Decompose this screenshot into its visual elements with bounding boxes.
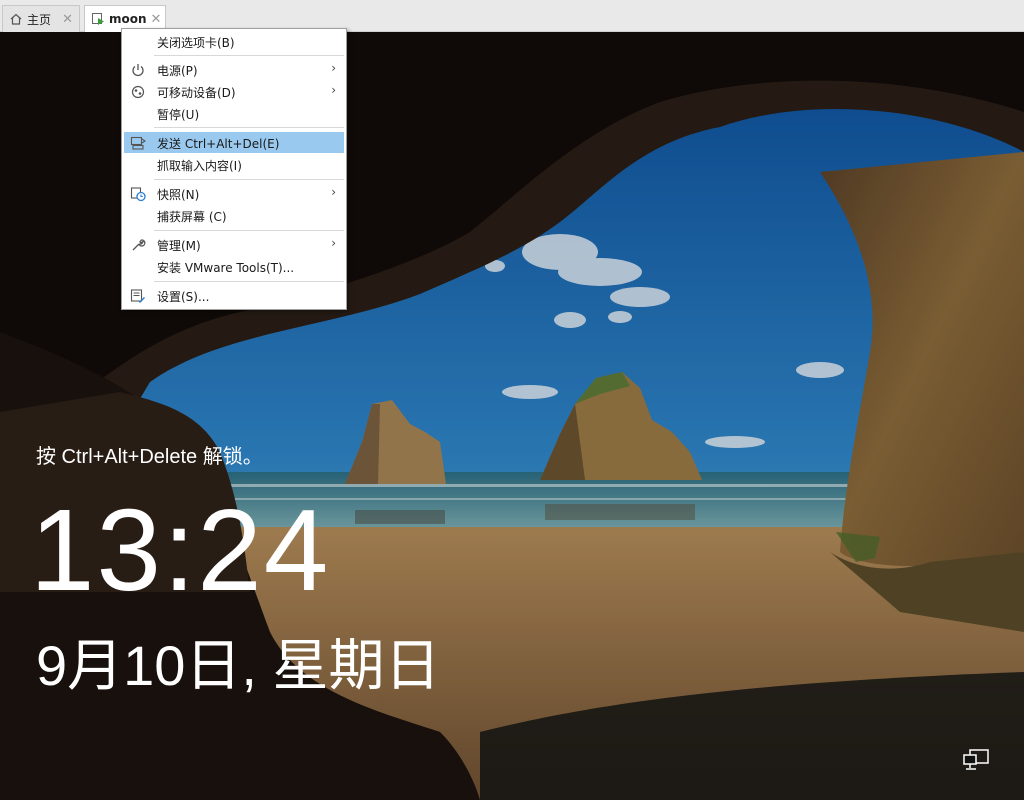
home-icon — [9, 12, 23, 26]
menu-item-label: 安装 VMware Tools(T)... — [157, 261, 295, 275]
chevron-right-icon: › — [331, 185, 336, 199]
settings-icon — [130, 288, 146, 304]
lock-date: 9月10日, 星期日 — [36, 634, 441, 697]
tab-home[interactable]: 主页 ✕ — [2, 5, 80, 32]
snapshot-icon — [130, 186, 146, 202]
menu-item-label: 发送 Ctrl+Alt+Del(E) — [157, 137, 280, 151]
menu-item-label: 抓取输入内容(I) — [157, 159, 242, 173]
lock-time: 13:24 — [30, 485, 331, 615]
menu-separator — [154, 281, 344, 282]
menu-item-close-tab[interactable]: 关闭选项卡(B) — [124, 31, 344, 52]
menu-separator — [154, 127, 344, 128]
menu-item-label: 关闭选项卡(B) — [157, 36, 235, 50]
menu-separator — [154, 230, 344, 231]
close-icon[interactable]: ✕ — [151, 12, 162, 27]
menu-item-grab-input[interactable]: 抓取输入内容(I) — [124, 154, 344, 175]
network-icon[interactable] — [962, 748, 990, 772]
menu-item-label: 捕获屏幕 (C) — [157, 210, 227, 224]
menu-item-send-ctrl-alt-del[interactable]: 发送 Ctrl+Alt+Del(E) — [124, 132, 344, 153]
menu-item-label: 设置(S)... — [157, 290, 210, 304]
power-icon — [130, 62, 146, 78]
menu-item-pause[interactable]: 暂停(U) — [124, 103, 344, 124]
close-icon[interactable]: ✕ — [62, 12, 73, 27]
menu-item-label: 电源(P) — [157, 64, 198, 78]
menu-item-settings[interactable]: 设置(S)... — [124, 285, 344, 306]
menu-separator — [154, 179, 344, 180]
send-keys-icon — [130, 135, 146, 151]
menu-item-manage[interactable]: 管理(M) › — [124, 234, 344, 255]
menu-item-install-vmware-tools[interactable]: 安装 VMware Tools(T)... — [124, 256, 344, 277]
vm-icon — [91, 12, 105, 26]
chevron-right-icon: › — [331, 83, 336, 97]
removable-device-icon — [130, 84, 146, 100]
menu-item-snapshot[interactable]: 快照(N) › — [124, 183, 344, 204]
menu-item-capture-screen[interactable]: 捕获屏幕 (C) — [124, 205, 344, 226]
menu-item-removable-devices[interactable]: 可移动设备(D) › — [124, 81, 344, 102]
menu-item-label: 管理(M) — [157, 239, 201, 253]
chevron-right-icon: › — [331, 61, 336, 75]
menu-item-label: 可移动设备(D) — [157, 86, 236, 100]
menu-item-label: 暂停(U) — [157, 108, 200, 122]
chevron-right-icon: › — [331, 236, 336, 250]
tab-home-label: 主页 — [27, 12, 52, 27]
tab-context-menu: 关闭选项卡(B) 电源(P) › 可移动设备(D) › 暂停(U) 发送 Ctr… — [121, 28, 347, 310]
menu-item-label: 快照(N) — [157, 188, 200, 202]
wrench-icon — [130, 237, 146, 253]
tab-moon-label: moon — [109, 12, 147, 26]
unlock-hint: 按 Ctrl+Alt+Delete 解锁。 — [36, 446, 263, 468]
menu-separator — [154, 55, 344, 56]
menu-item-power[interactable]: 电源(P) › — [124, 59, 344, 80]
